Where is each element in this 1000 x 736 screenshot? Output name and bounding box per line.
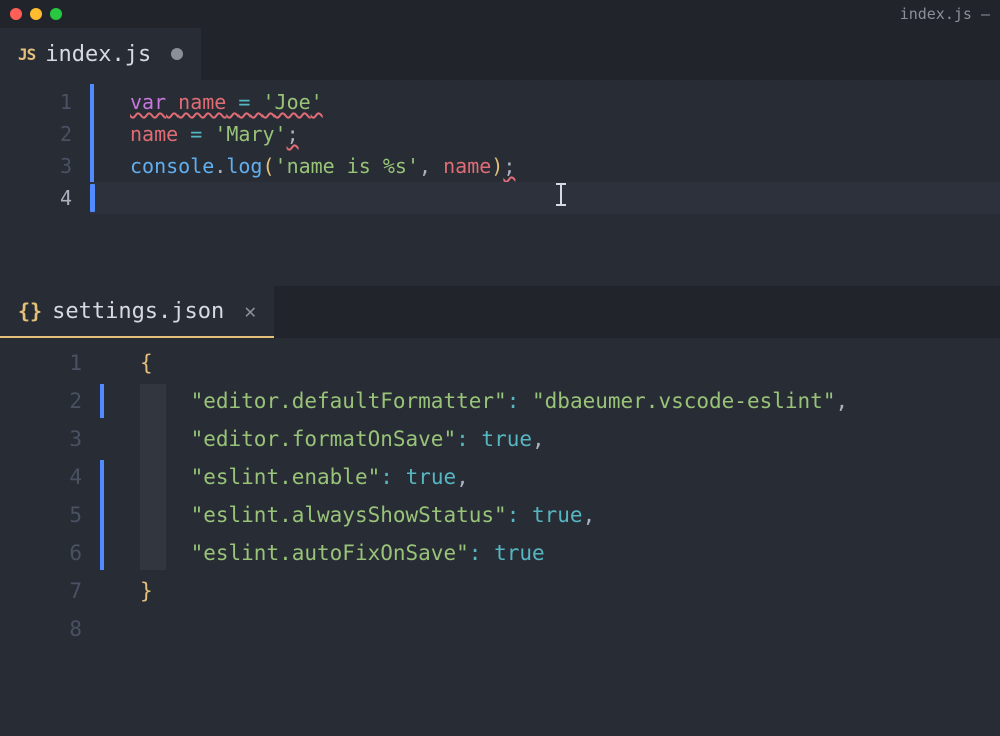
code-content[interactable]: var name = 'Joe' name = 'Mary'; console.… — [90, 80, 1000, 286]
code-line[interactable]: var name = 'Joe' — [90, 86, 1000, 118]
close-window-button[interactable] — [10, 8, 22, 20]
line-number: 2 — [0, 118, 72, 150]
line-number: 7 — [0, 572, 82, 610]
code-line[interactable]: name = 'Mary'; — [90, 118, 1000, 150]
close-tab-icon[interactable]: ✕ — [244, 299, 256, 323]
code-editor-indexjs[interactable]: 1 2 3 4 var name = 'Joe' name = 'Mary'; … — [0, 80, 1000, 286]
line-number: 8 — [0, 610, 82, 648]
editor-pane-settingsjson: {} settings.json ✕ 1 2 3 4 5 6 7 8 { "ed… — [0, 286, 1000, 648]
code-line[interactable]: "eslint.autoFixOnSave": true — [100, 534, 1000, 572]
line-number: 4 — [0, 182, 72, 214]
window-titlebar: index.js — — [0, 0, 1000, 28]
code-line[interactable]: "eslint.enable": true, — [100, 458, 1000, 496]
window-title: index.js — — [900, 5, 990, 23]
code-line[interactable]: console.log('name is %s', name); — [90, 150, 1000, 182]
dirty-indicator-icon — [171, 48, 183, 60]
code-line[interactable]: "editor.defaultFormatter": "dbaeumer.vsc… — [100, 382, 1000, 420]
tab-bar-top: JS index.js — [0, 28, 1000, 80]
line-gutter: 1 2 3 4 5 6 7 8 — [0, 338, 100, 648]
tab-indexjs[interactable]: JS index.js — [0, 28, 201, 80]
code-line[interactable]: "editor.formatOnSave": true, — [100, 420, 1000, 458]
editor-pane-indexjs: JS index.js 1 2 3 4 var name = 'Joe' nam… — [0, 28, 1000, 286]
code-line[interactable] — [100, 610, 1000, 648]
maximize-window-button[interactable] — [50, 8, 62, 20]
code-line[interactable]: } — [100, 572, 1000, 610]
line-number: 3 — [0, 150, 72, 182]
tab-settingsjson[interactable]: {} settings.json ✕ — [0, 286, 274, 338]
line-number: 5 — [0, 496, 82, 534]
code-line[interactable]: "eslint.alwaysShowStatus": true, — [100, 496, 1000, 534]
json-file-icon: {} — [18, 299, 42, 323]
tab-label: index.js — [45, 42, 151, 67]
tab-bar-bottom: {} settings.json ✕ — [0, 286, 1000, 338]
insertion-cursor — [90, 184, 95, 212]
tab-label: settings.json — [52, 299, 224, 324]
line-number: 1 — [0, 86, 72, 118]
code-editor-settingsjson[interactable]: 1 2 3 4 5 6 7 8 { "editor.defaultFormatt… — [0, 338, 1000, 648]
code-line[interactable]: { — [100, 344, 1000, 382]
line-number: 3 — [0, 420, 82, 458]
line-number: 6 — [0, 534, 82, 572]
code-line-current[interactable] — [90, 182, 1000, 214]
code-content[interactable]: { "editor.defaultFormatter": "dbaeumer.v… — [100, 338, 1000, 648]
minimize-window-button[interactable] — [30, 8, 42, 20]
traffic-lights — [10, 8, 62, 20]
line-number: 2 — [0, 382, 82, 420]
line-number: 1 — [0, 344, 82, 382]
line-number: 4 — [0, 458, 82, 496]
line-gutter: 1 2 3 4 — [0, 80, 90, 286]
js-file-icon: JS — [18, 45, 35, 64]
